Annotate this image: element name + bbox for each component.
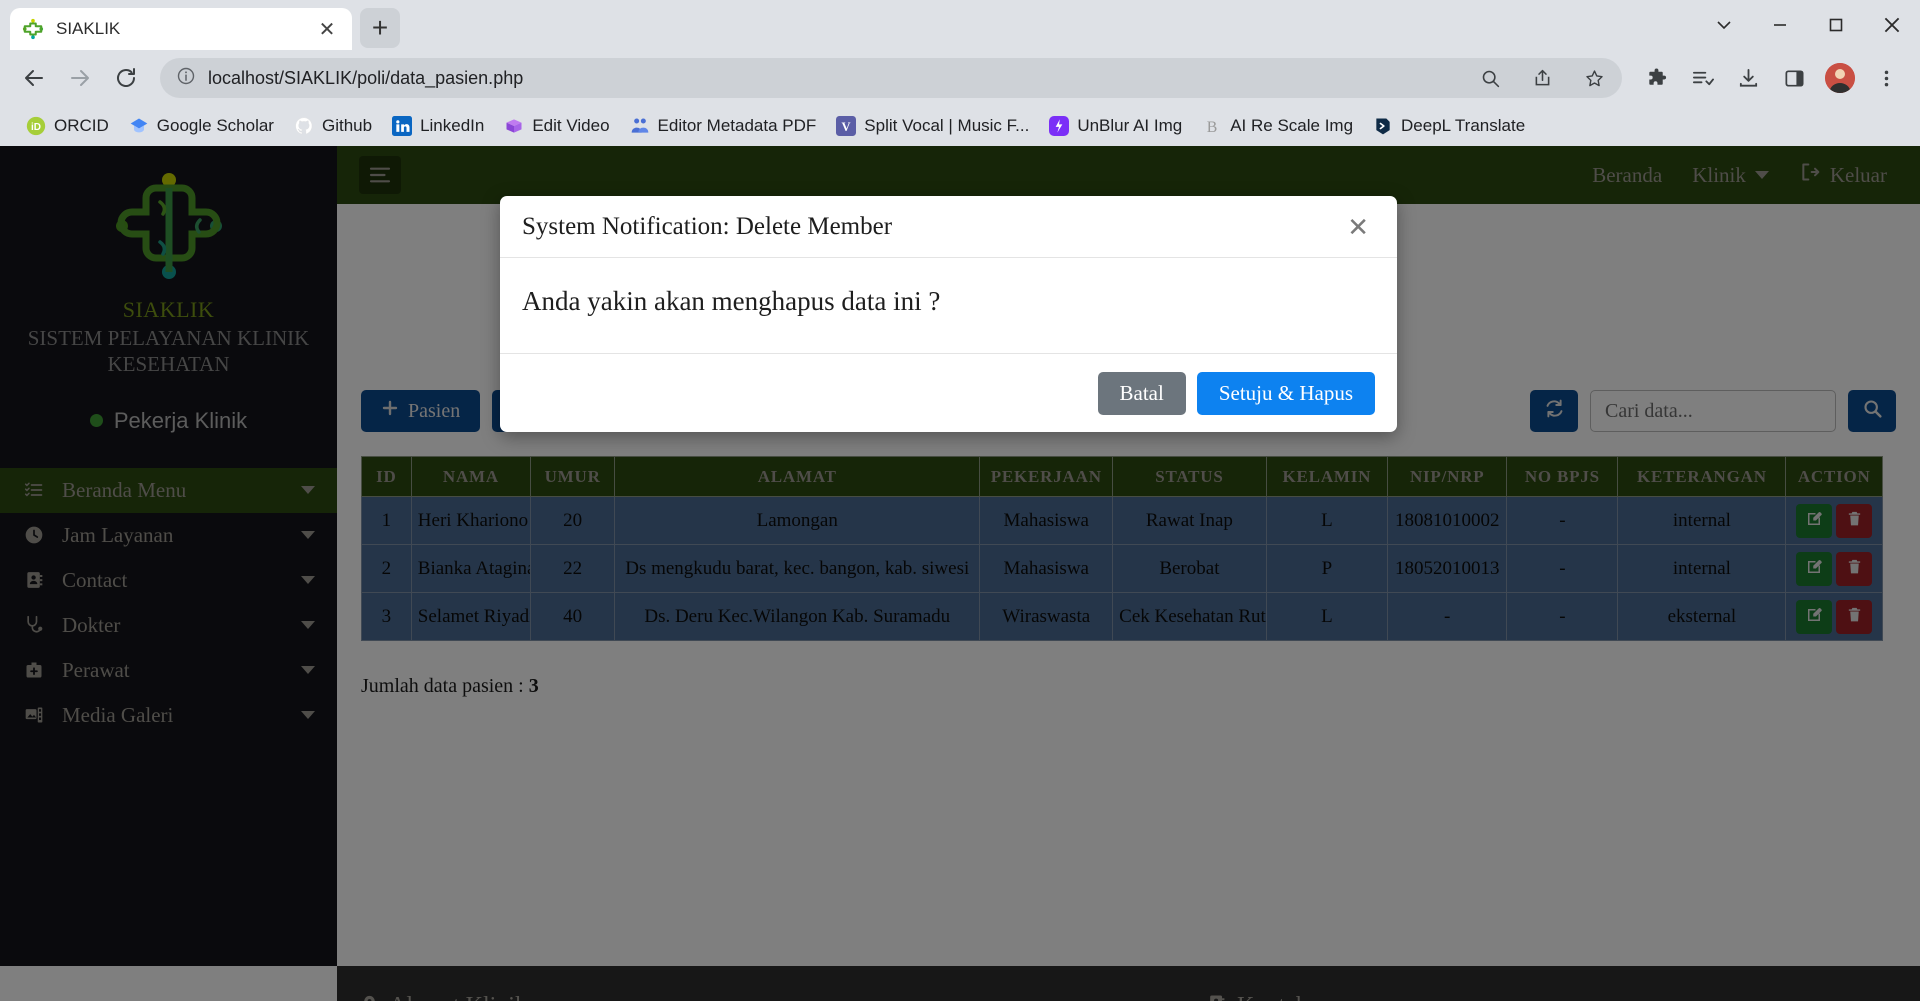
github-icon	[295, 117, 313, 135]
linkedin-icon	[392, 116, 413, 136]
info-circle-icon[interactable]	[176, 66, 196, 91]
tab-title: SIAKLIK	[56, 19, 121, 38]
delete-confirmation-modal: System Notification: Delete Member ✕ And…	[500, 196, 1397, 432]
maximize-icon[interactable]	[1808, 2, 1864, 48]
bookmark-label: Edit Video	[532, 116, 610, 135]
modal-footer: Batal Setuju & Hapus	[500, 354, 1397, 432]
modal-header: System Notification: Delete Member ✕	[500, 196, 1397, 258]
svg-text:iD: iD	[31, 122, 41, 133]
download-icon[interactable]	[1728, 58, 1768, 98]
side-panel-icon[interactable]	[1774, 58, 1814, 98]
bookmark-edit-video[interactable]: Edit Video	[494, 112, 619, 140]
svg-text:V: V	[842, 120, 851, 134]
zoom-search-icon[interactable]	[1470, 58, 1510, 98]
reading-list-icon[interactable]	[1682, 58, 1722, 98]
unblur-ai-icon	[1049, 116, 1070, 136]
orcid-icon: iD	[26, 116, 46, 136]
bookmark-label: Google Scholar	[156, 116, 274, 135]
url-text: localhost/SIAKLIK/poli/data_pasien.php	[208, 67, 524, 88]
close-icon[interactable]: ✕	[1341, 210, 1375, 244]
bookmark-label: ORCID	[54, 116, 109, 135]
minimize-icon[interactable]	[1752, 2, 1808, 48]
bookmark-label: Github	[321, 116, 373, 135]
avatar	[1825, 63, 1855, 93]
three-dot-menu-icon[interactable]	[1866, 58, 1906, 98]
browser-window: SIAKLIK ✕ + localhost/SIAKLIK/poli/data_…	[0, 0, 1920, 1001]
puzzle-piece-icon[interactable]	[1636, 58, 1676, 98]
share-icon[interactable]	[1522, 58, 1562, 98]
bookmark-google-scholar[interactable]: Google Scholar	[119, 112, 284, 140]
forward-arrow-icon[interactable]	[60, 58, 100, 98]
modal-body: Anda yakin akan menghapus data ini ?	[500, 258, 1397, 354]
bookmark-label: Editor Metadata PDF	[657, 116, 817, 135]
bookmark-ai-rescale-img[interactable]: B AI Re Scale Img	[1192, 112, 1363, 140]
bookmark-github[interactable]: Github	[284, 112, 382, 140]
browser-toolbar: localhost/SIAKLIK/poli/data_pasien.php	[0, 50, 1920, 106]
bookmark-label: Split Vocal | Music F...	[864, 116, 1030, 135]
bookmark-label: AI Re Scale Img	[1230, 116, 1354, 135]
bookmarks-bar: iD ORCID Google Scholar Github LinkedIn …	[0, 106, 1920, 146]
back-arrow-icon[interactable]	[14, 58, 54, 98]
reload-icon[interactable]	[106, 58, 146, 98]
chevron-down-icon[interactable]	[1696, 2, 1752, 48]
bookmark-label: UnBlur AI Img	[1077, 116, 1183, 135]
close-window-icon[interactable]	[1864, 2, 1920, 48]
modal-title: System Notification: Delete Member	[522, 212, 893, 240]
metadata-editor-icon	[631, 118, 648, 133]
bookmark-label: LinkedIn	[420, 116, 485, 135]
bookmark-split-vocal[interactable]: V Split Vocal | Music F...	[826, 112, 1039, 140]
new-tab-button[interactable]: +	[360, 8, 400, 48]
bookmark-unblur-ai-img[interactable]: UnBlur AI Img	[1039, 112, 1192, 140]
bookmark-deepl-translate[interactable]: DeepL Translate	[1363, 112, 1535, 140]
avatar-icon[interactable]	[1820, 58, 1860, 98]
bookmark-orcid[interactable]: iD ORCID	[16, 112, 119, 140]
address-bar[interactable]: localhost/SIAKLIK/poli/data_pasien.php	[160, 58, 1622, 98]
bookmark-editor-metadata-pdf[interactable]: Editor Metadata PDF	[620, 112, 827, 140]
tab-strip: SIAKLIK ✕ +	[0, 0, 1920, 50]
window-controls	[1696, 0, 1920, 50]
google-scholar-icon	[130, 118, 148, 133]
deepl-icon	[1376, 118, 1390, 135]
close-icon[interactable]: ✕	[314, 16, 340, 42]
rescale-img-icon: B	[1207, 119, 1218, 136]
svg-text:B: B	[1207, 119, 1218, 136]
bookmark-linkedin[interactable]: LinkedIn	[382, 112, 494, 140]
confirm-delete-button[interactable]: Setuju & Hapus	[1196, 371, 1375, 415]
edit-video-icon	[506, 119, 522, 133]
split-vocal-icon: V	[836, 116, 857, 136]
browser-tab[interactable]: SIAKLIK ✕	[10, 8, 352, 50]
cancel-button[interactable]: Batal	[1097, 371, 1186, 415]
page-viewport: SIAKLIK SISTEM PELAYANAN KLINIK KESEHATA…	[0, 146, 1920, 1001]
bookmark-label: DeepL Translate	[1401, 116, 1526, 135]
siaklik-logo-icon	[22, 18, 44, 40]
star-icon[interactable]	[1574, 58, 1614, 98]
